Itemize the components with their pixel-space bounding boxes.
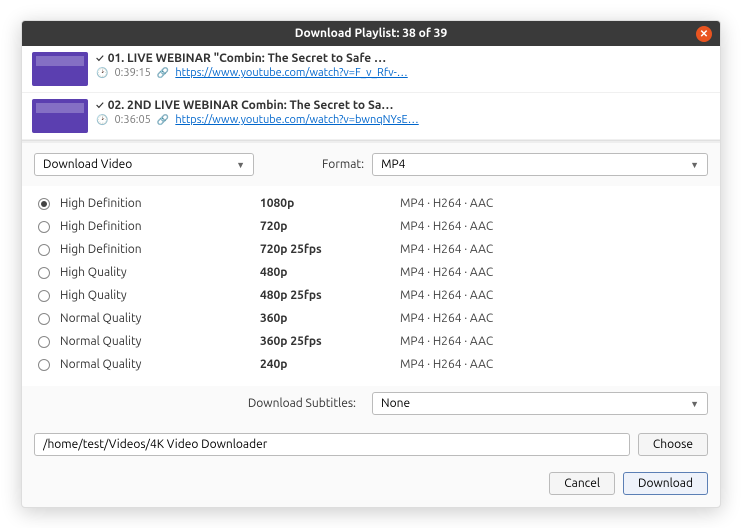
playlist-item-duration: 0:36:05 bbox=[114, 114, 150, 126]
quality-codec: MP4 · H264 · AAC bbox=[400, 197, 704, 210]
video-thumbnail bbox=[32, 52, 88, 86]
quality-name: High Definition bbox=[60, 220, 260, 233]
quality-codec: MP4 · H264 · AAC bbox=[400, 266, 704, 279]
chevron-down-icon: ▼ bbox=[690, 399, 699, 409]
dialog-window: Download Playlist: 38 of 39 ✕ ✓ 01. LIVE… bbox=[21, 20, 721, 508]
playlist-item-url[interactable]: https://www.youtube.com/watch?v=F_v_Rfv-… bbox=[175, 67, 407, 79]
quality-radio[interactable] bbox=[38, 221, 50, 233]
quality-name: High Definition bbox=[60, 243, 260, 256]
quality-resolution: 360p bbox=[260, 312, 400, 325]
quality-codec: MP4 · H264 · AAC bbox=[400, 335, 704, 348]
format-select[interactable]: MP4 ▼ bbox=[372, 153, 708, 176]
quality-row[interactable]: Normal Quality360p 25fpsMP4 · H264 · AAC bbox=[34, 330, 708, 353]
quality-row[interactable]: High Definition720p 25fpsMP4 · H264 · AA… bbox=[34, 238, 708, 261]
titlebar: Download Playlist: 38 of 39 ✕ bbox=[22, 21, 720, 46]
playlist-item-title: 02. 2ND LIVE WEBINAR Combin: The Secret … bbox=[108, 99, 394, 112]
playlist-item[interactable]: ✓ 01. LIVE WEBINAR "Combin: The Secret t… bbox=[22, 46, 720, 93]
video-thumbnail bbox=[32, 99, 88, 133]
subtitles-select[interactable]: None ▼ bbox=[372, 392, 708, 415]
choose-button[interactable]: Choose bbox=[638, 433, 708, 456]
quality-resolution: 720p 25fps bbox=[260, 243, 400, 256]
path-input[interactable] bbox=[34, 433, 630, 456]
quality-resolution: 360p 25fps bbox=[260, 335, 400, 348]
quality-row[interactable]: High Definition1080pMP4 · H264 · AAC bbox=[34, 192, 708, 215]
playlist-item-duration: 0:39:15 bbox=[114, 67, 150, 79]
quality-name: High Quality bbox=[60, 289, 260, 302]
quality-resolution: 480p 25fps bbox=[260, 289, 400, 302]
playlist-item-title: 01. LIVE WEBINAR "Combin: The Secret to … bbox=[108, 52, 386, 65]
cancel-button[interactable]: Cancel bbox=[549, 472, 615, 495]
quality-name: Normal Quality bbox=[60, 358, 260, 371]
playlist-item[interactable]: ✓ 02. 2ND LIVE WEBINAR Combin: The Secre… bbox=[22, 93, 720, 140]
checked-icon: ✓ bbox=[96, 100, 104, 112]
quality-resolution: 1080p bbox=[260, 197, 400, 210]
quality-codec: MP4 · H264 · AAC bbox=[400, 289, 704, 302]
link-icon: 🔗 bbox=[157, 114, 169, 126]
action-select[interactable]: Download Video ▼ bbox=[34, 153, 254, 176]
quality-radio[interactable] bbox=[38, 290, 50, 302]
quality-name: High Quality bbox=[60, 266, 260, 279]
format-select-value: MP4 bbox=[381, 158, 405, 171]
clock-icon: 🕑 bbox=[96, 114, 108, 126]
quality-row[interactable]: High Quality480pMP4 · H264 · AAC bbox=[34, 261, 708, 284]
chevron-down-icon: ▼ bbox=[236, 160, 245, 170]
quality-codec: MP4 · H264 · AAC bbox=[400, 358, 704, 371]
quality-resolution: 720p bbox=[260, 220, 400, 233]
quality-radio[interactable] bbox=[38, 244, 50, 256]
download-button[interactable]: Download bbox=[623, 472, 708, 495]
quality-row[interactable]: High Quality480p 25fpsMP4 · H264 · AAC bbox=[34, 284, 708, 307]
quality-resolution: 240p bbox=[260, 358, 400, 371]
link-icon: 🔗 bbox=[157, 67, 169, 79]
quality-codec: MP4 · H264 · AAC bbox=[400, 312, 704, 325]
subtitles-label: Download Subtitles: bbox=[34, 397, 364, 410]
playlist-item-url[interactable]: https://www.youtube.com/watch?v=bwnqNYsE… bbox=[175, 114, 418, 126]
quality-row[interactable]: Normal Quality240pMP4 · H264 · AAC bbox=[34, 353, 708, 376]
quality-name: High Definition bbox=[60, 197, 260, 210]
action-select-value: Download Video bbox=[43, 158, 132, 171]
quality-codec: MP4 · H264 · AAC bbox=[400, 243, 704, 256]
playlist-meta: ✓ 02. 2ND LIVE WEBINAR Combin: The Secre… bbox=[96, 99, 710, 133]
checked-icon: ✓ bbox=[96, 53, 104, 65]
playlist[interactable]: ✓ 01. LIVE WEBINAR "Combin: The Secret t… bbox=[22, 46, 720, 141]
close-icon[interactable]: ✕ bbox=[696, 26, 712, 42]
quality-codec: MP4 · H264 · AAC bbox=[400, 220, 704, 233]
quality-row[interactable]: Normal Quality360pMP4 · H264 · AAC bbox=[34, 307, 708, 330]
format-label: Format: bbox=[322, 158, 364, 171]
quality-radio[interactable] bbox=[38, 359, 50, 371]
subtitles-select-value: None bbox=[381, 397, 410, 410]
quality-name: Normal Quality bbox=[60, 312, 260, 325]
playlist-meta: ✓ 01. LIVE WEBINAR "Combin: The Secret t… bbox=[96, 52, 710, 86]
chevron-down-icon: ▼ bbox=[690, 160, 699, 170]
quality-name: Normal Quality bbox=[60, 335, 260, 348]
dialog-title: Download Playlist: 38 of 39 bbox=[295, 27, 447, 40]
quality-radio[interactable] bbox=[38, 267, 50, 279]
quality-row[interactable]: High Definition720pMP4 · H264 · AAC bbox=[34, 215, 708, 238]
quality-radio[interactable] bbox=[38, 313, 50, 325]
quality-radio[interactable] bbox=[38, 336, 50, 348]
clock-icon: 🕑 bbox=[96, 67, 108, 79]
quality-list: High Definition1080pMP4 · H264 · AACHigh… bbox=[22, 186, 720, 386]
quality-radio[interactable] bbox=[38, 198, 50, 210]
quality-resolution: 480p bbox=[260, 266, 400, 279]
